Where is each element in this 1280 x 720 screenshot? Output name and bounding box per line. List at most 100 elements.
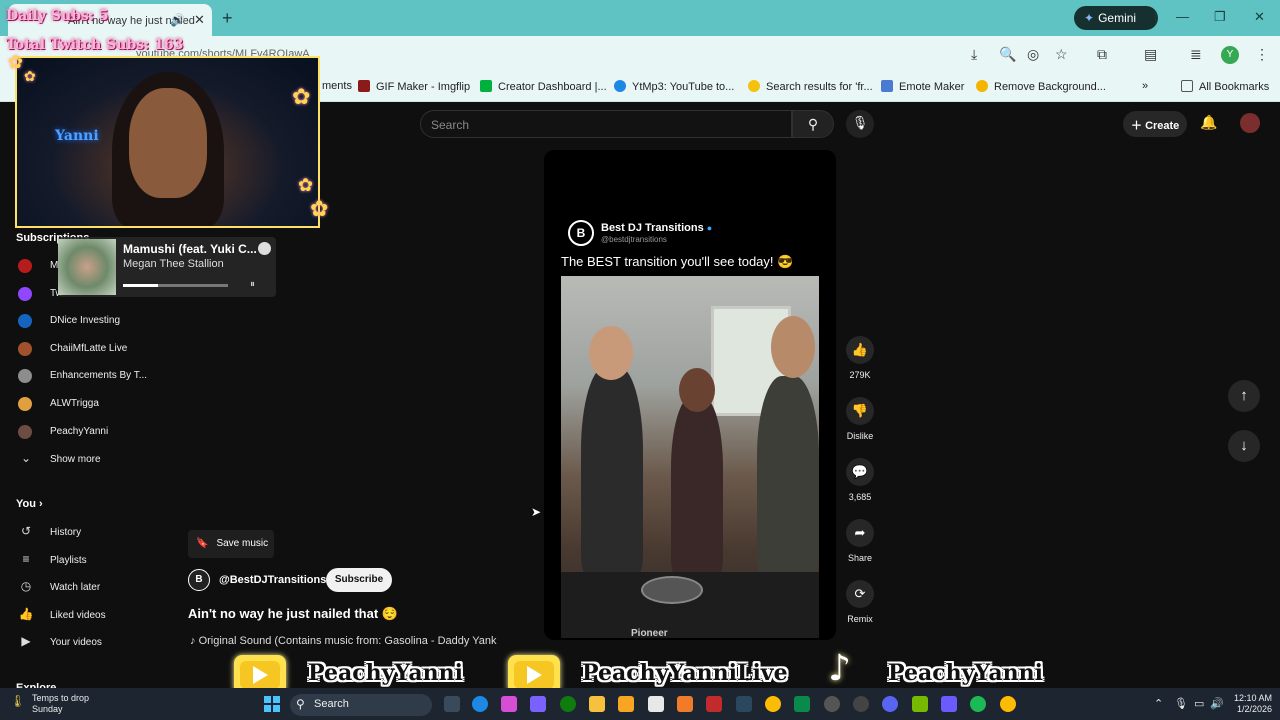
task-view-icon[interactable] — [444, 696, 460, 712]
pioneer-brand-text: Pioneer — [631, 628, 668, 638]
extensions-icon[interactable]: ⧉ — [1097, 46, 1107, 63]
store-icon[interactable] — [618, 696, 634, 712]
zoom-icon[interactable]: 🔍 — [999, 46, 1016, 63]
sidebar-item-subscription[interactable]: DNice Investing — [16, 309, 166, 333]
xbox-icon[interactable] — [560, 696, 576, 712]
copilot-icon[interactable] — [501, 696, 517, 712]
search-button[interactable]: ⚲ — [792, 110, 834, 138]
eye-off-icon[interactable]: ◎ — [1027, 46, 1039, 63]
edge-icon[interactable] — [472, 696, 488, 712]
bookmark-favicon-icon — [358, 80, 370, 92]
taskbar-search[interactable]: ⚲ Search — [290, 694, 432, 716]
flower-decoration-icon: ✿ — [298, 175, 314, 195]
channel-link[interactable]: @BestDJTransitions — [219, 574, 326, 586]
volume-icon[interactable]: 🔊 — [1210, 697, 1224, 710]
obs-icon[interactable] — [824, 696, 840, 712]
remix-button[interactable]: ⟳ Remix — [846, 580, 874, 624]
dislike-button[interactable]: 👎 Dislike — [846, 397, 874, 441]
spotify-icon[interactable] — [970, 696, 986, 712]
install-icon[interactable]: ⤓ — [971, 46, 977, 63]
promo-youtube-live-handle: PeachyYanniLive — [582, 660, 788, 686]
track-artist: Megan Thee Stallion — [123, 258, 224, 270]
bookmark-item[interactable]: Remove Background... — [976, 80, 1106, 93]
steam-icon[interactable] — [736, 696, 752, 712]
menu-kebab-icon[interactable]: ⋮ — [1255, 46, 1269, 63]
bookmark-item[interactable]: GIF Maker - Imgflip — [358, 80, 470, 93]
music-note-icon: ♪ — [190, 635, 199, 647]
sidebar-item-subscription[interactable]: PeachyYanni — [16, 420, 166, 444]
display-icon[interactable]: ▭ — [1194, 697, 1204, 710]
sidebar-item-liked-videos[interactable]: 👍 Liked videos — [16, 604, 166, 628]
bookmark-item[interactable]: Creator Dashboard |... — [480, 80, 607, 93]
sidebar-item-playlists[interactable]: ≡ Playlists — [16, 549, 166, 573]
search-input[interactable]: Search — [420, 110, 792, 138]
avatar[interactable] — [1240, 113, 1260, 133]
bookmark-item[interactable]: ments — [322, 80, 352, 92]
like-button[interactable]: 👍 279K — [846, 336, 874, 380]
bookmark-star-icon[interactable]: ☆ — [1055, 46, 1068, 63]
notifications-bell-icon[interactable]: 🔔 — [1200, 114, 1217, 131]
show-more-button[interactable]: ⌄ Show more — [16, 448, 166, 472]
restore-button[interactable]: ❐ — [1214, 9, 1226, 25]
close-tab-icon[interactable]: ✕ — [194, 12, 205, 28]
previous-short-button[interactable]: ↑ — [1228, 380, 1260, 412]
thumbs-up-icon: 👍 — [846, 336, 874, 364]
start-windows-icon[interactable] — [264, 696, 280, 712]
app-icon[interactable] — [794, 696, 810, 712]
chrome-icon[interactable] — [1000, 696, 1016, 712]
bookmark-item[interactable]: Search results for 'fr... — [748, 80, 873, 93]
tab-search-icon[interactable]: ▤ — [1144, 46, 1157, 63]
your-videos-icon: ▶ — [21, 634, 31, 648]
sidebar-item-subscription[interactable]: ALWTrigga — [16, 392, 166, 416]
sidebar-item-watch-later[interactable]: ◷ Watch later — [16, 576, 166, 600]
you-heading[interactable]: You › — [16, 498, 43, 510]
file-explorer-icon[interactable] — [589, 696, 605, 712]
all-bookmarks[interactable]: All Bookmarks — [1181, 80, 1269, 93]
sidebar-item-history[interactable]: ↺ History — [16, 521, 166, 545]
minimize-button[interactable]: — — [1176, 9, 1189, 24]
more-bookmarks-icon[interactable]: » — [1142, 80, 1148, 92]
channel-avatar — [18, 425, 32, 439]
new-tab-button[interactable]: + — [222, 8, 233, 29]
close-window-button[interactable]: ✕ — [1254, 9, 1265, 25]
sidebar-item-subscription[interactable]: ChaiiMfLatte Live — [16, 337, 166, 361]
share-button[interactable]: ➦ Share — [846, 519, 874, 563]
discord-icon[interactable] — [882, 696, 898, 712]
sound-link[interactable]: ♪ Original Sound (Contains music from: G… — [190, 635, 497, 647]
app-icon[interactable] — [853, 696, 869, 712]
search-icon: ⚲ — [807, 116, 819, 132]
subscribe-button[interactable]: Subscribe — [326, 568, 392, 592]
gemini-button[interactable]: ✦ Gemini — [1074, 6, 1158, 30]
channel-avatar — [18, 287, 32, 301]
microphone-icon[interactable]: 🎙 — [1174, 697, 1188, 710]
bookmark-item[interactable]: Emote Maker — [881, 80, 964, 93]
channel-avatar — [18, 369, 32, 383]
chrome-icon[interactable] — [765, 696, 781, 712]
teams-icon[interactable] — [530, 696, 546, 712]
channel-logo[interactable]: B — [568, 220, 594, 246]
channel-logo[interactable]: B — [188, 569, 210, 591]
create-button[interactable]: ＋ Create — [1123, 111, 1187, 137]
next-short-button[interactable]: ↓ — [1228, 430, 1260, 462]
voice-search-button[interactable]: 🎙 — [846, 110, 874, 138]
flower-decoration-icon: ✿ — [310, 196, 329, 221]
profile-avatar[interactable]: Y — [1221, 46, 1239, 64]
nvidia-icon[interactable] — [912, 696, 928, 712]
playlists-icon: ≡ — [22, 552, 30, 566]
app-icon[interactable] — [677, 696, 693, 712]
sidebar-item-subscription[interactable]: Enhancements By T... — [16, 364, 166, 388]
system-clock[interactable]: 12:10 AM 1/2/2026 — [1224, 693, 1272, 715]
sidebar-item-your-videos[interactable]: ▶ Your videos — [16, 631, 166, 655]
notepad-icon[interactable] — [648, 696, 664, 712]
save-music-button[interactable]: 🔖 Save music — [188, 530, 274, 558]
person-figure — [671, 396, 723, 576]
app-icon[interactable] — [706, 696, 722, 712]
app-icon[interactable] — [941, 696, 957, 712]
video-frame[interactable]: Pioneer — [561, 276, 819, 638]
media-controls-icon[interactable]: ≣ — [1190, 46, 1202, 63]
bookmark-item[interactable]: YtMp3: YouTube to... — [614, 80, 734, 93]
comments-button[interactable]: 💬 3,685 — [846, 458, 874, 502]
speaker-icon[interactable]: 🔊 — [170, 13, 185, 27]
chevron-up-icon[interactable]: ⌃ — [1154, 697, 1163, 710]
channel-name[interactable]: Best DJ Transitions ● — [601, 222, 712, 234]
